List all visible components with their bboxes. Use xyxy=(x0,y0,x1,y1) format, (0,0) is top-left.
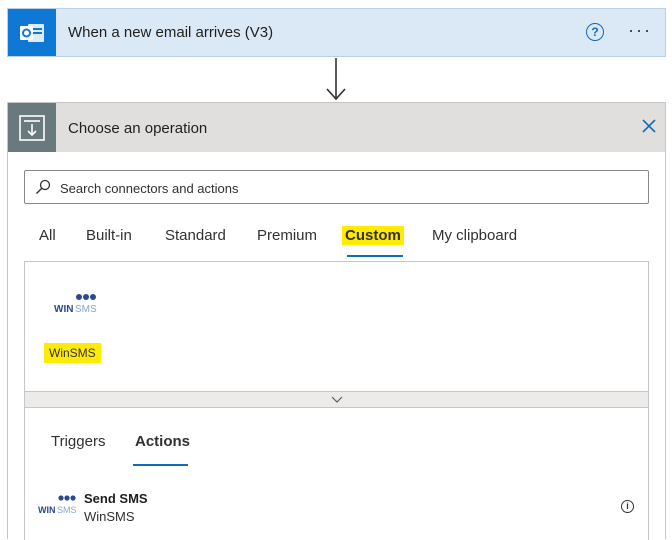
tab-my-clipboard[interactable]: My clipboard xyxy=(432,227,517,244)
active-subtab-indicator xyxy=(133,464,188,466)
panel-header: Choose an operation xyxy=(8,103,665,152)
down-arrow-icon xyxy=(326,58,346,101)
tab-built-in[interactable]: Built-in xyxy=(86,227,132,244)
winsms-logo-icon: WIN SMS xyxy=(54,294,97,315)
active-tab-indicator xyxy=(347,255,403,257)
tab-triggers[interactable]: Triggers xyxy=(51,433,105,450)
actions-section: Triggers Actions WIN SMS Send SMS WinSMS… xyxy=(24,408,649,540)
svg-text:WIN: WIN xyxy=(38,505,56,515)
search-input[interactable] xyxy=(58,171,642,205)
choose-operation-panel: Choose an operation All Built-in Standar… xyxy=(7,102,666,540)
action-name: Send SMS xyxy=(84,491,148,506)
tab-premium[interactable]: Premium xyxy=(257,227,317,244)
tab-custom-label: Custom xyxy=(342,226,404,245)
collapse-toggle[interactable] xyxy=(24,392,649,408)
chevron-down-icon xyxy=(331,396,342,403)
search-icon xyxy=(36,179,51,194)
connector-label: WinSMS xyxy=(44,343,101,363)
trigger-title: When a new email arrives (V3) xyxy=(68,24,274,41)
search-box[interactable] xyxy=(24,170,649,205)
operation-icon xyxy=(8,103,56,152)
tab-standard[interactable]: Standard xyxy=(165,227,226,244)
svg-text:WIN: WIN xyxy=(54,304,73,315)
more-options-icon[interactable]: ··· xyxy=(628,20,652,41)
action-send-sms[interactable]: WIN SMS Send SMS WinSMS i xyxy=(25,480,648,530)
svg-text:SMS: SMS xyxy=(57,505,77,515)
info-icon[interactable]: i xyxy=(621,500,634,513)
connector-list: WIN SMS WinSMS xyxy=(24,261,649,392)
tab-custom[interactable]: Custom xyxy=(342,226,404,245)
close-icon[interactable] xyxy=(640,117,658,135)
trigger-card[interactable]: When a new email arrives (V3) ? ··· xyxy=(7,8,666,57)
svg-text:SMS: SMS xyxy=(75,304,97,315)
connector-tabs: All Built-in Standard Premium Custom My … xyxy=(8,221,665,257)
outlook-icon xyxy=(8,9,56,56)
tab-actions[interactable]: Actions xyxy=(135,433,190,450)
action-connector-name: WinSMS xyxy=(84,509,135,524)
connector-winsms[interactable]: WIN SMS WinSMS xyxy=(42,278,112,363)
tab-all[interactable]: All xyxy=(39,227,56,244)
winsms-logo-icon: WIN SMS xyxy=(38,495,77,515)
help-icon[interactable]: ? xyxy=(586,23,604,41)
panel-title: Choose an operation xyxy=(68,120,208,137)
